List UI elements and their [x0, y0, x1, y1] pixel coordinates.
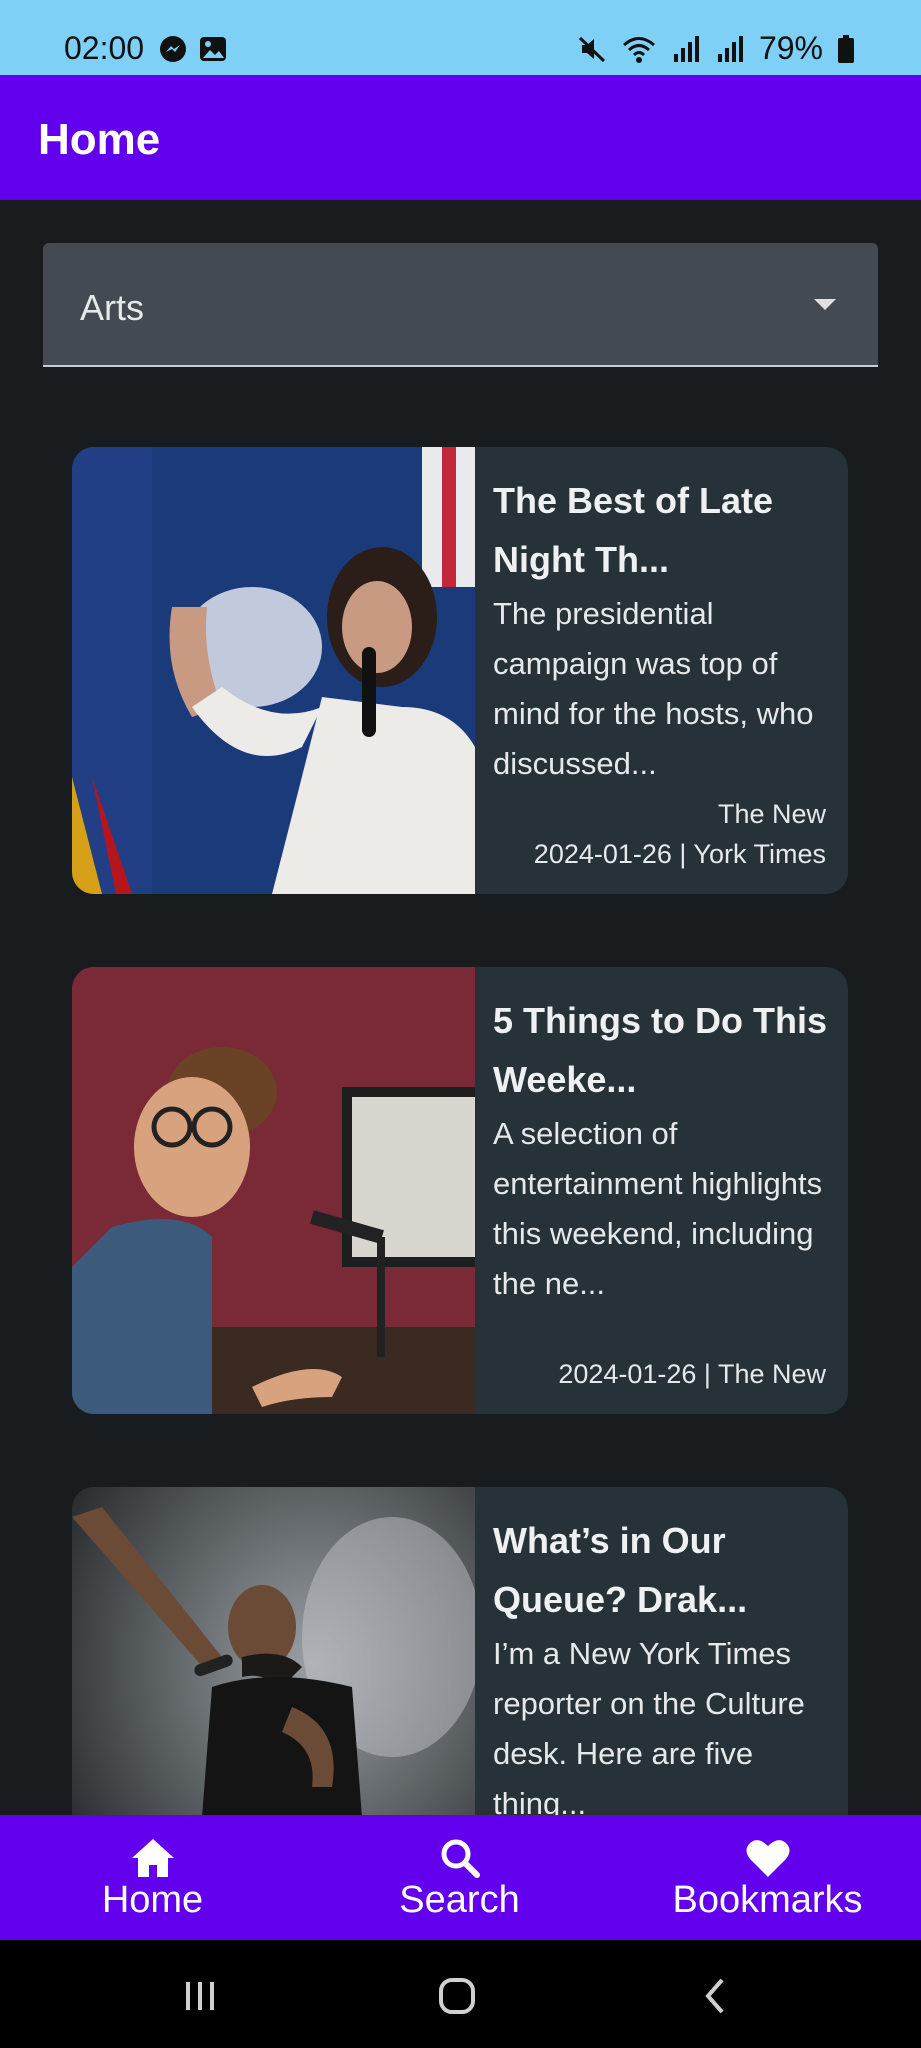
article-body: The Best of Late Night Th... The preside…: [493, 471, 833, 789]
category-dropdown-value: Arts: [80, 287, 145, 328]
back-icon[interactable]: [694, 1974, 738, 2018]
battery-percentage: 79%: [758, 30, 823, 66]
battery-icon: [837, 34, 855, 64]
article-body: What’s in Our Queue? Drak... I’m a New Y…: [493, 1511, 833, 1815]
search-icon: [437, 1837, 483, 1879]
dropdown-arrow-icon: [814, 299, 836, 310]
nav-bookmarks[interactable]: Bookmarks: [650, 1815, 885, 1940]
messenger-icon: [158, 34, 188, 64]
nav-home[interactable]: Home: [60, 1815, 245, 1940]
article-thumbnail: [72, 967, 475, 1414]
article-title: The Best of Late Night Th...: [493, 480, 774, 580]
signal-icon: [715, 34, 745, 64]
wifi-icon: [621, 34, 657, 64]
article-thumbnail: [72, 1487, 475, 1815]
article-title: 5 Things to Do This Weeke...: [493, 1000, 827, 1100]
article-card[interactable]: The Best of Late Night Th... The preside…: [72, 447, 848, 894]
article-meta-line2: 2024-01-26 | The New: [558, 1359, 826, 1389]
page-title: Home: [38, 115, 161, 164]
nav-home-label: Home: [101, 1879, 204, 1921]
article-meta-line1: The New: [717, 799, 826, 829]
nav-bookmarks-label: Bookmarks: [672, 1879, 863, 1921]
article-meta: 2024-01-26 | The New: [486, 1354, 826, 1394]
article-list[interactable]: The Best of Late Night Th... The preside…: [0, 447, 921, 1815]
category-dropdown[interactable]: Arts: [43, 243, 878, 367]
status-right: 79%: [577, 30, 855, 67]
article-description: I’m a New York Times reporter on the Cul…: [493, 1636, 805, 1815]
status-time: 02:00: [64, 30, 145, 66]
recent-apps-icon[interactable]: [178, 1974, 222, 2018]
article-meta-line2: 2024-01-26 | York Times: [533, 839, 826, 869]
system-navigation-bar: [0, 1940, 921, 2048]
mute-icon: [577, 34, 607, 64]
signal-icon: [671, 34, 701, 64]
home-icon: [130, 1837, 176, 1879]
gallery-icon: [198, 34, 228, 64]
article-meta: The New 2024-01-26 | York Times: [486, 794, 826, 874]
heart-icon: [745, 1837, 791, 1879]
article-title: What’s in Our Queue? Drak...: [493, 1520, 748, 1620]
nav-search[interactable]: Search: [367, 1815, 552, 1940]
article-thumbnail: [72, 447, 475, 894]
app-bar: Home: [0, 75, 921, 200]
article-card[interactable]: What’s in Our Queue? Drak... I’m a New Y…: [72, 1487, 848, 1815]
article-description: The presidential campaign was top of min…: [493, 596, 814, 781]
status-left-icons: [158, 34, 228, 64]
article-card[interactable]: 5 Things to Do This Weeke... A selection…: [72, 967, 848, 1414]
article-body: 5 Things to Do This Weeke... A selection…: [493, 991, 833, 1309]
bottom-navigation: Home Search Bookmarks: [0, 1815, 921, 1940]
article-description: A selection of entertainment highlights …: [493, 1116, 823, 1301]
status-bar: 02:00 79%: [0, 0, 921, 75]
nav-search-label: Search: [399, 1879, 520, 1921]
home-button-icon[interactable]: [435, 1974, 479, 2018]
